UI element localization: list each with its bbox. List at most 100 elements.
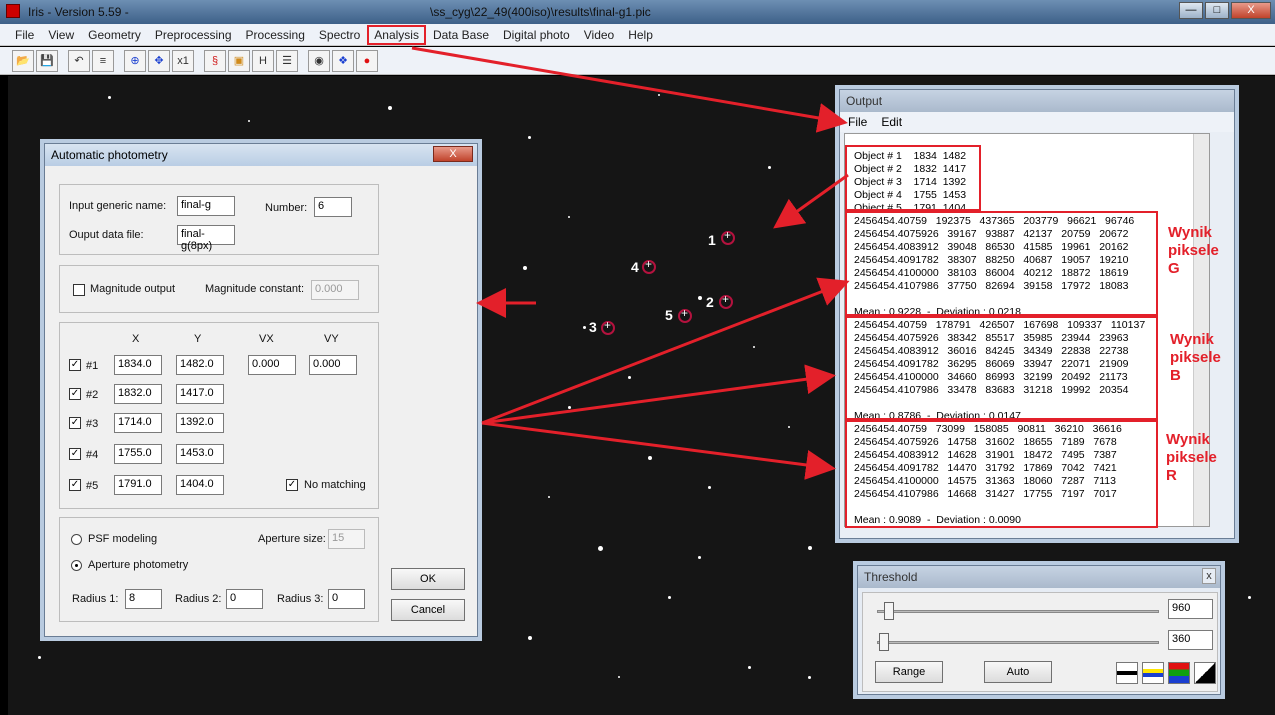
object-4-x[interactable]: 1755.0 xyxy=(114,444,162,464)
low-threshold-field[interactable]: 360 xyxy=(1168,630,1213,650)
dialog-close-button[interactable]: X xyxy=(433,146,473,162)
menu-preprocessing[interactable]: Preprocessing xyxy=(148,28,239,42)
object-3-x[interactable]: 1714.0 xyxy=(114,413,162,433)
object-3-checkbox[interactable]: ✓ xyxy=(69,417,81,429)
menu-file[interactable]: File xyxy=(8,28,41,42)
maximize-button[interactable]: □ xyxy=(1205,2,1229,19)
annotation-r-line-3: R xyxy=(1166,467,1177,484)
g-results-highlight-box xyxy=(845,211,1158,316)
list-icon[interactable]: ☰ xyxy=(276,49,298,72)
aperture-size-field[interactable]: 15 xyxy=(328,529,365,549)
object-marker-4[interactable] xyxy=(642,257,656,274)
menu-database[interactable]: Data Base xyxy=(426,28,496,42)
crosshair-icon[interactable]: ⊕ xyxy=(124,49,146,72)
output-file-field[interactable]: final-g(8px) xyxy=(177,225,235,252)
output-file-label: Ouput data file: xyxy=(69,229,144,241)
output-menu-edit[interactable]: Edit xyxy=(881,115,902,129)
object-marker-2[interactable] xyxy=(719,292,733,309)
star xyxy=(388,106,392,110)
object-1-checkbox[interactable]: ✓ xyxy=(69,359,81,371)
psf-modeling-label: PSF modeling xyxy=(88,533,158,545)
object-1-vx[interactable]: 0.000 xyxy=(248,355,296,375)
object-label-3: 3 xyxy=(589,319,597,335)
annotation-g-line-2: piksele xyxy=(1168,242,1219,259)
input-generic-field[interactable]: final-g xyxy=(177,196,235,216)
h-icon[interactable]: H xyxy=(252,49,274,72)
psf-modeling-radio[interactable] xyxy=(71,534,82,545)
menu-processing[interactable]: Processing xyxy=(239,28,312,42)
object-5-x[interactable]: 1791.0 xyxy=(114,475,162,495)
cancel-button[interactable]: Cancel xyxy=(391,599,465,621)
magnitude-constant-field[interactable]: 0.000 xyxy=(311,280,359,300)
menu-help[interactable]: Help xyxy=(621,28,660,42)
menu-view[interactable]: View xyxy=(41,28,81,42)
high-slider-track[interactable] xyxy=(877,610,1159,613)
menu-geometry[interactable]: Geometry xyxy=(81,28,148,42)
minimize-button[interactable]: — xyxy=(1179,2,1203,19)
star xyxy=(1248,596,1251,599)
output-menu-file[interactable]: File xyxy=(848,115,867,129)
close-button[interactable]: X xyxy=(1231,2,1271,19)
black-palette-icon[interactable] xyxy=(1116,662,1138,684)
yellow-blue-palette-icon[interactable] xyxy=(1142,662,1164,684)
undo-icon[interactable]: ↶ xyxy=(68,49,90,72)
number-field[interactable]: 6 xyxy=(314,197,352,217)
open-folder-icon[interactable]: 📂 xyxy=(12,49,34,72)
camera-icon[interactable]: ◉ xyxy=(308,49,330,72)
object-2-y[interactable]: 1417.0 xyxy=(176,384,224,404)
ok-button[interactable]: OK xyxy=(391,568,465,590)
no-matching-label: No matching xyxy=(304,479,366,491)
aperture-photometry-radio[interactable] xyxy=(71,560,82,571)
low-slider-track[interactable] xyxy=(877,641,1159,644)
settings-icon[interactable]: ≡ xyxy=(92,49,114,72)
menu-digital-photo[interactable]: Digital photo xyxy=(496,28,577,42)
s-icon[interactable]: § xyxy=(204,49,226,72)
no-matching-checkbox[interactable]: ✓ xyxy=(286,479,298,491)
radius-3-field[interactable]: 0 xyxy=(328,589,365,609)
radius-2-field[interactable]: 0 xyxy=(226,589,263,609)
box-icon[interactable]: ▣ xyxy=(228,49,250,72)
method-group: PSF modeling Aperture size: 15 Aperture … xyxy=(59,517,379,622)
magnitude-output-checkbox[interactable] xyxy=(73,284,85,296)
menu-spectro[interactable]: Spectro xyxy=(312,28,367,42)
object-1-vy[interactable]: 0.000 xyxy=(309,355,357,375)
object-4-checkbox[interactable]: ✓ xyxy=(69,448,81,460)
star xyxy=(753,346,755,348)
star xyxy=(618,676,620,678)
save-icon[interactable]: 💾 xyxy=(36,49,58,72)
low-slider-thumb[interactable] xyxy=(879,633,889,651)
rgb-palette-icon[interactable] xyxy=(1168,662,1190,684)
high-slider-thumb[interactable] xyxy=(884,602,894,620)
object-2-x[interactable]: 1832.0 xyxy=(114,384,162,404)
object-marker-3[interactable] xyxy=(601,318,615,335)
dialog-title: Automatic photometry xyxy=(45,144,477,166)
menu-video[interactable]: Video xyxy=(577,28,621,42)
object-5-checkbox[interactable]: ✓ xyxy=(69,479,81,491)
star xyxy=(768,166,771,169)
col-y-header: Y xyxy=(194,333,202,345)
annotation-g-line-1: Wynik xyxy=(1168,224,1212,241)
gradient-palette-icon[interactable] xyxy=(1194,662,1216,684)
radius-2-label: Radius 2: xyxy=(175,593,222,605)
high-threshold-field[interactable]: 960 xyxy=(1168,599,1213,619)
record-icon[interactable]: ● xyxy=(356,49,378,72)
menu-analysis[interactable]: Analysis xyxy=(367,24,426,45)
object-3-y[interactable]: 1392.0 xyxy=(176,413,224,433)
radius-1-field[interactable]: 8 xyxy=(125,589,162,609)
move-icon[interactable]: ✥ xyxy=(148,49,170,72)
diamond-icon[interactable]: ❖ xyxy=(332,49,354,72)
object-3-id: #3 xyxy=(86,418,99,430)
object-1-y[interactable]: 1482.0 xyxy=(176,355,224,375)
auto-button[interactable]: Auto xyxy=(984,661,1052,683)
zoom-x1-icon[interactable]: x1 xyxy=(172,49,194,72)
range-button[interactable]: Range xyxy=(875,661,943,683)
object-4-y[interactable]: 1453.0 xyxy=(176,444,224,464)
object-marker-1[interactable] xyxy=(721,228,735,245)
object-5-y[interactable]: 1404.0 xyxy=(176,475,224,495)
object-1-x[interactable]: 1834.0 xyxy=(114,355,162,375)
object-2-checkbox[interactable]: ✓ xyxy=(69,388,81,400)
star xyxy=(808,676,811,679)
object-marker-5[interactable] xyxy=(678,306,692,323)
toolbar: 📂 💾 ↶ ≡ ⊕ ✥ x1 § ▣ H ☰ ◉ ❖ ● xyxy=(0,47,1275,75)
threshold-close-button[interactable]: x xyxy=(1202,568,1216,584)
